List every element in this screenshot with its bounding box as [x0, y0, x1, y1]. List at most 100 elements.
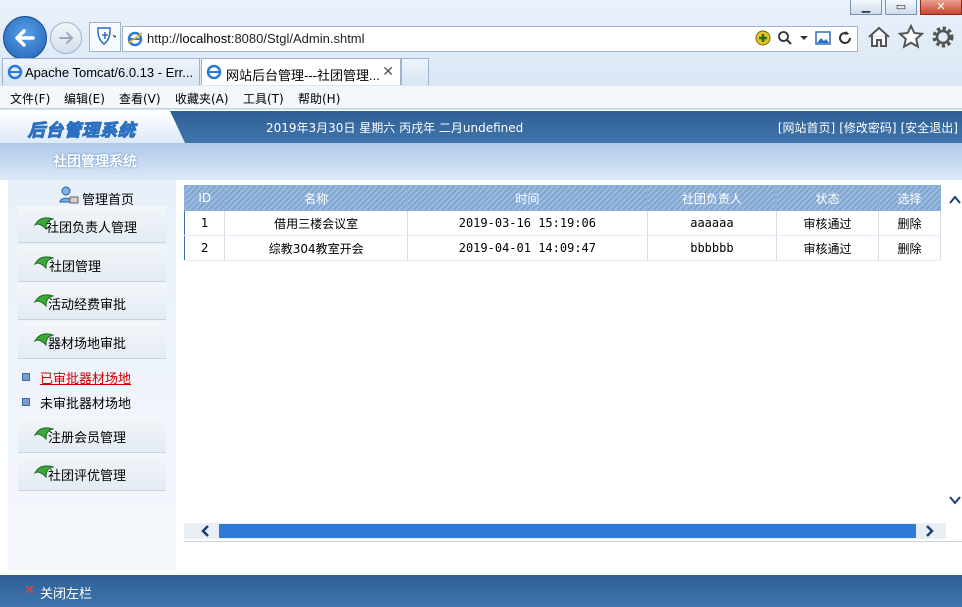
cell-name: 借用三楼会议室 — [224, 210, 408, 236]
page-header: 后台管理系统 2019年3月30日 星期六 丙戌年 二月undefined [网… — [0, 111, 962, 143]
home-users-icon — [59, 186, 79, 204]
url-host: localhost — [179, 31, 231, 46]
menu-view[interactable]: 查看(V) — [119, 90, 161, 107]
search-icon[interactable] — [777, 30, 793, 46]
table-row: 2 综教304教室开会 2019-04-01 14:09:47 bbbbbb 审… — [184, 235, 941, 261]
minimize-button[interactable]: ▁ — [850, 0, 882, 15]
content-area: ID 名称 时间 社团负责人 状态 选择 1 借用三楼会议室 2019-03-1… — [183, 180, 962, 570]
sidebar-subitem-approved[interactable]: 已审批器材场地 — [22, 368, 131, 387]
close-tab-icon[interactable]: ✕ — [382, 63, 394, 80]
tab-label: Apache Tomcat/6.0.13 - Err... — [25, 65, 194, 80]
sidebar: 管理首页 社团负责人管理 社团管理 活动经费审批 器材场地审批 已审批器材场地 … — [8, 180, 176, 570]
maximize-button[interactable]: ▭ — [885, 0, 917, 15]
change-password-link[interactable]: [修改密码] — [839, 119, 896, 136]
cell-time: 2019-04-01 14:09:47 — [407, 235, 648, 261]
sidebar-item-evaluation[interactable]: 社团评优管理 — [18, 454, 166, 491]
cell-leader: bbbbbb — [647, 235, 777, 261]
sidebar-item-label: 器材场地审批 — [48, 337, 127, 352]
menu-bar: 文件(F) 编辑(E) 查看(V) 收藏夹(A) 工具(T) 帮助(H) — [0, 86, 962, 109]
table-header-row: ID 名称 时间 社团负责人 状态 选择 — [183, 185, 941, 211]
sidebar-item-label: 社团管理 — [49, 260, 102, 275]
title-band: 社团管理系统 — [0, 143, 962, 180]
tab-admin[interactable]: 网站后台管理---社团管理... ✕ — [201, 58, 401, 85]
sidebar-subitem-pending[interactable]: 未审批器材场地 — [22, 393, 131, 412]
bullet-icon — [22, 373, 30, 381]
window-controls: ▁ ▭ ✕ — [847, 0, 962, 16]
menu-tools[interactable]: 工具(T) — [243, 90, 284, 107]
sidebar-item-label: 注册会员管理 — [48, 431, 127, 446]
forward-arrow-icon — [59, 32, 74, 44]
shield-icon — [97, 27, 116, 45]
favorites-star-icon[interactable] — [897, 23, 925, 50]
col-header-name: 名称 — [224, 185, 408, 211]
sidebar-item-club[interactable]: 社团管理 — [18, 245, 166, 282]
menu-favorites[interactable]: 收藏夹(A) — [175, 90, 229, 107]
col-header-status: 状态 — [775, 185, 880, 211]
tab-tomcat[interactable]: Apache Tomcat/6.0.13 - Err... — [2, 58, 200, 85]
sidebar-item-funding[interactable]: 活动经费审批 — [18, 283, 166, 320]
tab-label: 网站后台管理---社团管理... — [226, 68, 380, 83]
col-header-leader: 社团负责人 — [646, 185, 777, 211]
sidebar-item-label: 社团负责人管理 — [46, 221, 138, 236]
col-header-action: 选择 — [878, 185, 941, 211]
browser-chrome: ▁ ▭ ✕ http://localhost:8080/Stgl/Admin.s… — [0, 0, 962, 110]
logout-link[interactable]: [安全退出] — [901, 119, 958, 136]
close-icon[interactable]: ✕ — [24, 583, 35, 598]
sidebar-item-members[interactable]: 注册会员管理 — [18, 416, 166, 453]
forward-button[interactable] — [50, 22, 82, 54]
menu-help[interactable]: 帮助(H) — [298, 90, 340, 107]
close-left-panel-link[interactable]: 关闭左栏 — [40, 583, 92, 602]
sidebar-item-label: 社团评优管理 — [48, 469, 127, 484]
cell-id: 1 — [184, 210, 226, 236]
sidebar-subitem-label: 已审批器材场地 — [40, 372, 132, 387]
refresh-icon[interactable] — [837, 30, 853, 46]
sidebar-item-equipment[interactable]: 器材场地审批 — [18, 322, 166, 359]
delete-link[interactable]: 删除 — [878, 210, 941, 236]
sidebar-subitem-label: 未审批器材场地 — [40, 397, 132, 412]
scroll-up-icon[interactable] — [948, 193, 962, 207]
ie-page-icon — [127, 31, 143, 47]
address-url: http://localhost:8080/Stgl/Admin.shtml — [147, 31, 365, 46]
logo-text: 后台管理系统 — [28, 121, 136, 142]
footer-bar: ✕ 关闭左栏 — [0, 575, 962, 607]
home-icon[interactable] — [866, 24, 892, 50]
cell-status: 审核通过 — [776, 235, 880, 261]
ie-tab-icon — [206, 64, 222, 80]
gear-icon[interactable] — [930, 24, 956, 50]
col-header-time: 时间 — [406, 185, 648, 211]
table-row: 1 借用三楼会议室 2019-03-16 15:19:06 aaaaaa 审核通… — [184, 210, 941, 236]
scroll-left-icon[interactable] — [196, 523, 216, 539]
new-tab-button[interactable] — [401, 58, 429, 85]
compatibility-icon[interactable] — [755, 30, 771, 46]
menu-edit[interactable]: 编辑(E) — [64, 90, 105, 107]
scroll-down-icon[interactable] — [948, 493, 962, 507]
back-button[interactable] — [3, 16, 47, 60]
toolbar-icons — [866, 23, 956, 50]
scroll-thumb[interactable] — [219, 524, 916, 538]
header-date: 2019年3月30日 星期六 丙戌年 二月undefined — [266, 121, 524, 135]
site-home-link[interactable]: [网站首页] — [778, 119, 835, 136]
ie-tab-icon — [7, 64, 23, 80]
cell-id: 2 — [184, 235, 226, 261]
close-window-button[interactable]: ✕ — [920, 0, 962, 15]
security-dropdown[interactable] — [89, 22, 121, 52]
divider — [184, 541, 962, 542]
horizontal-scrollbar[interactable] — [184, 523, 946, 539]
delete-link[interactable]: 删除 — [878, 235, 941, 261]
vertical-scrollbar[interactable] — [948, 193, 962, 515]
url-path: :8080/Stgl/Admin.shtml — [230, 31, 365, 46]
cell-time: 2019-03-16 15:19:06 — [407, 210, 648, 236]
menu-file[interactable]: 文件(F) — [10, 90, 50, 107]
sidebar-item-label: 活动经费审批 — [48, 298, 127, 313]
back-arrow-icon — [15, 29, 35, 47]
col-header-id: ID — [183, 185, 226, 211]
chevron-down-icon[interactable] — [799, 30, 809, 46]
cell-leader: aaaaaa — [647, 210, 777, 236]
system-title: 社团管理系统 — [53, 154, 137, 170]
url-prefix: http:// — [147, 31, 180, 46]
picture-icon[interactable] — [815, 30, 831, 46]
scroll-right-icon[interactable] — [919, 523, 939, 539]
address-bar[interactable]: http://localhost:8080/Stgl/Admin.shtml — [122, 26, 858, 52]
cell-name: 综教304教室开会 — [224, 235, 408, 261]
sidebar-item-leader[interactable]: 社团负责人管理 — [18, 206, 166, 243]
